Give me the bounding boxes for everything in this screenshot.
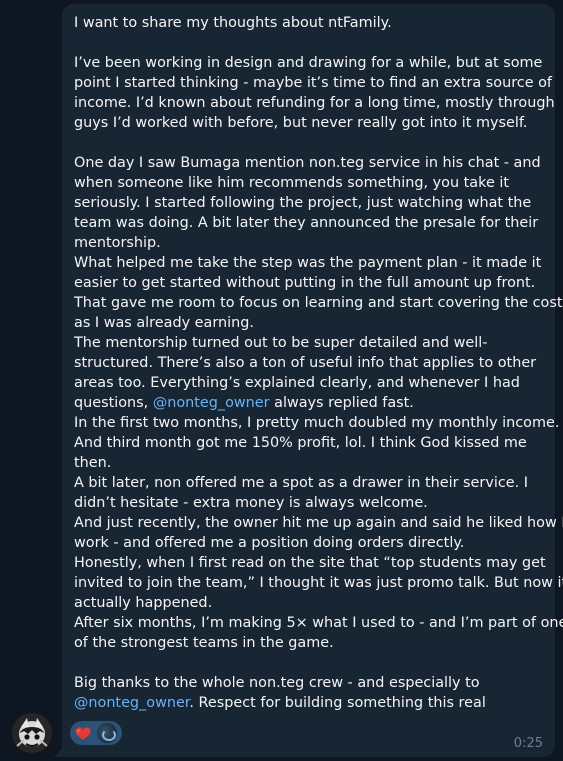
message-line: then. (74, 455, 112, 471)
message-line: That gave me room to focus on learning a… (74, 295, 563, 311)
message-line: Big thanks to the whole non.teg crew - a… (74, 675, 480, 691)
message-line: didn’t hesitate - extra money is always … (74, 495, 428, 511)
line-text: always replied fast. (269, 395, 414, 411)
message-line: And third month got me 150% profit, lol.… (74, 435, 527, 451)
message-text: I want to share my thoughts about ntFami… (74, 13, 563, 713)
message-line: guys I’d worked with before, but never r… (74, 115, 528, 131)
message-line: work - and offered me a position doing o… (74, 535, 465, 551)
line-text: questions, (74, 395, 153, 411)
message-line: And just recently, the owner hit me up a… (74, 515, 563, 531)
line-text: . Respect for building something this re… (189, 695, 486, 711)
message-line: actually happened. (74, 595, 213, 611)
message-line: I’ve been working in design and drawing … (74, 55, 543, 71)
reaction-button[interactable] (70, 721, 122, 745)
message-line: of the strongest teams in the game. (74, 635, 334, 651)
message-line: In the first two months, I pretty much d… (74, 415, 560, 431)
message-line: Honestly, when I first read on the site … (74, 555, 546, 571)
message-line: invited to join the team,” I thought it … (74, 575, 563, 591)
heart-icon (75, 727, 91, 740)
message-line: After six months, I’m making 5× what I u… (74, 615, 563, 631)
message-line: The mentorship turned out to be super de… (74, 335, 488, 351)
message-line: I want to share my thoughts about ntFami… (74, 15, 392, 31)
message-line: structured. There’s also a ton of useful… (74, 355, 537, 371)
message-line: income. I’d known about refunding for a … (74, 95, 555, 111)
message-line: seriously. I started following the proje… (74, 195, 532, 211)
message-line: A bit later, non offered me a spot as a … (74, 475, 529, 491)
message-line: when someone like him recommends somethi… (74, 175, 510, 191)
sender-avatar[interactable] (12, 713, 52, 753)
message-line: areas too. Everything’s explained clearl… (74, 375, 520, 391)
message-bubble[interactable]: I want to share my thoughts about ntFami… (62, 4, 563, 757)
mention-link[interactable]: @nonteg_owner (153, 395, 270, 411)
message-line: questions, @nonteg_owner always replied … (74, 393, 544, 413)
message-line: One day I saw Bumaga mention non.teg ser… (74, 155, 541, 171)
message-line: easier to get started without putting in… (74, 275, 536, 291)
mention-link[interactable]: @nonteg_owner (74, 695, 189, 711)
message-line: team was doing. A bit later they announc… (74, 215, 539, 231)
message-time: 0:25 (513, 736, 543, 751)
message-line: @nonteg_owner. Respect for building some… (74, 693, 544, 713)
message-line: as I was already earning. (74, 315, 254, 331)
message-line: mentorship. (74, 235, 161, 251)
message-line: What helped me take the step was the pay… (74, 255, 542, 271)
bubble-tail (54, 746, 64, 757)
reactor-avatar (97, 723, 117, 743)
message-line: point I started thinking - maybe it’s ti… (74, 75, 553, 91)
